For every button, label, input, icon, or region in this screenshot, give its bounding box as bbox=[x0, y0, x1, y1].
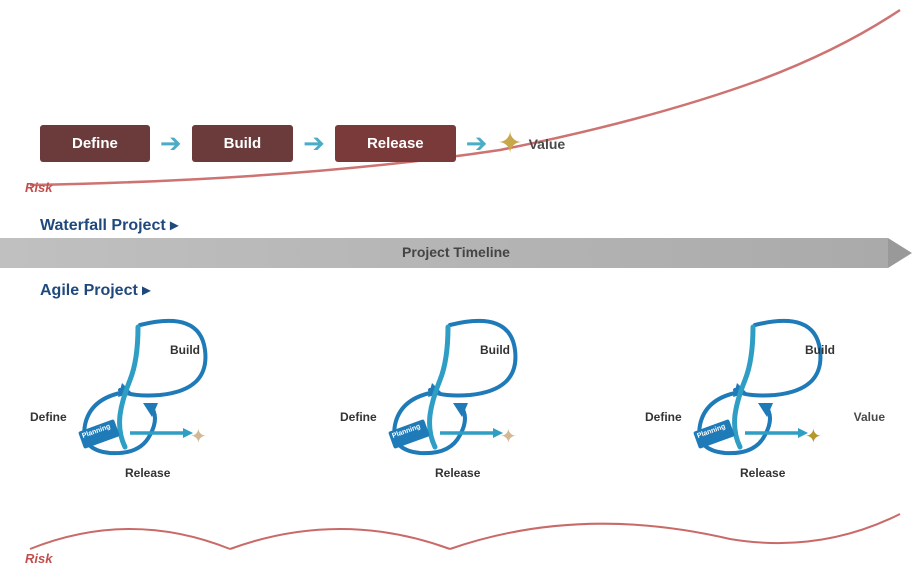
build-box: Build bbox=[192, 125, 294, 162]
cycle3-value-label: Value bbox=[854, 410, 885, 424]
svg-text:✦: ✦ bbox=[190, 426, 207, 448]
svg-text:✦: ✦ bbox=[805, 426, 822, 448]
svg-text:✦: ✦ bbox=[500, 426, 517, 448]
cycle1-define-label: Define bbox=[30, 410, 67, 424]
agile-cycle-3: Planning ✦ Define Build Release Value bbox=[645, 305, 865, 480]
cycle3-build-label: Build bbox=[805, 343, 835, 357]
arrow3: ➔ bbox=[466, 128, 488, 159]
cycle1-release-label: Release bbox=[125, 466, 170, 480]
agile-cycle-1: Planning Planning ✦ Define Build Release bbox=[30, 305, 230, 480]
waterfall-boxes: Define ➔ Build ➔ Release ➔ ✦ Value bbox=[40, 125, 565, 162]
cycle2-define-label: Define bbox=[340, 410, 377, 424]
timeline-arrowhead bbox=[888, 238, 912, 268]
define-box: Define bbox=[40, 125, 150, 162]
agile-title: Agile Project ▸ bbox=[40, 280, 150, 300]
cycle3-release-label: Release bbox=[740, 466, 785, 480]
risk-label-top: Risk bbox=[25, 180, 52, 195]
risk-label-bottom: Risk bbox=[25, 551, 52, 566]
cycle2-build-label: Build bbox=[480, 343, 510, 357]
timeline-label: Project Timeline bbox=[402, 244, 510, 260]
agile-cycle-2: Planning ✦ Define Build Release bbox=[340, 305, 540, 480]
waterfall-title: Waterfall Project ▸ bbox=[40, 215, 178, 235]
cycle1-build-label: Build bbox=[170, 343, 200, 357]
cycle2-release-label: Release bbox=[435, 466, 480, 480]
cycle3-define-label: Define bbox=[645, 410, 682, 424]
release-box: Release bbox=[335, 125, 456, 162]
value-star: ✦ bbox=[497, 126, 522, 161]
arrow1: ➔ bbox=[160, 128, 182, 159]
arrow2: ➔ bbox=[303, 128, 325, 159]
value-label: Value bbox=[529, 136, 566, 152]
